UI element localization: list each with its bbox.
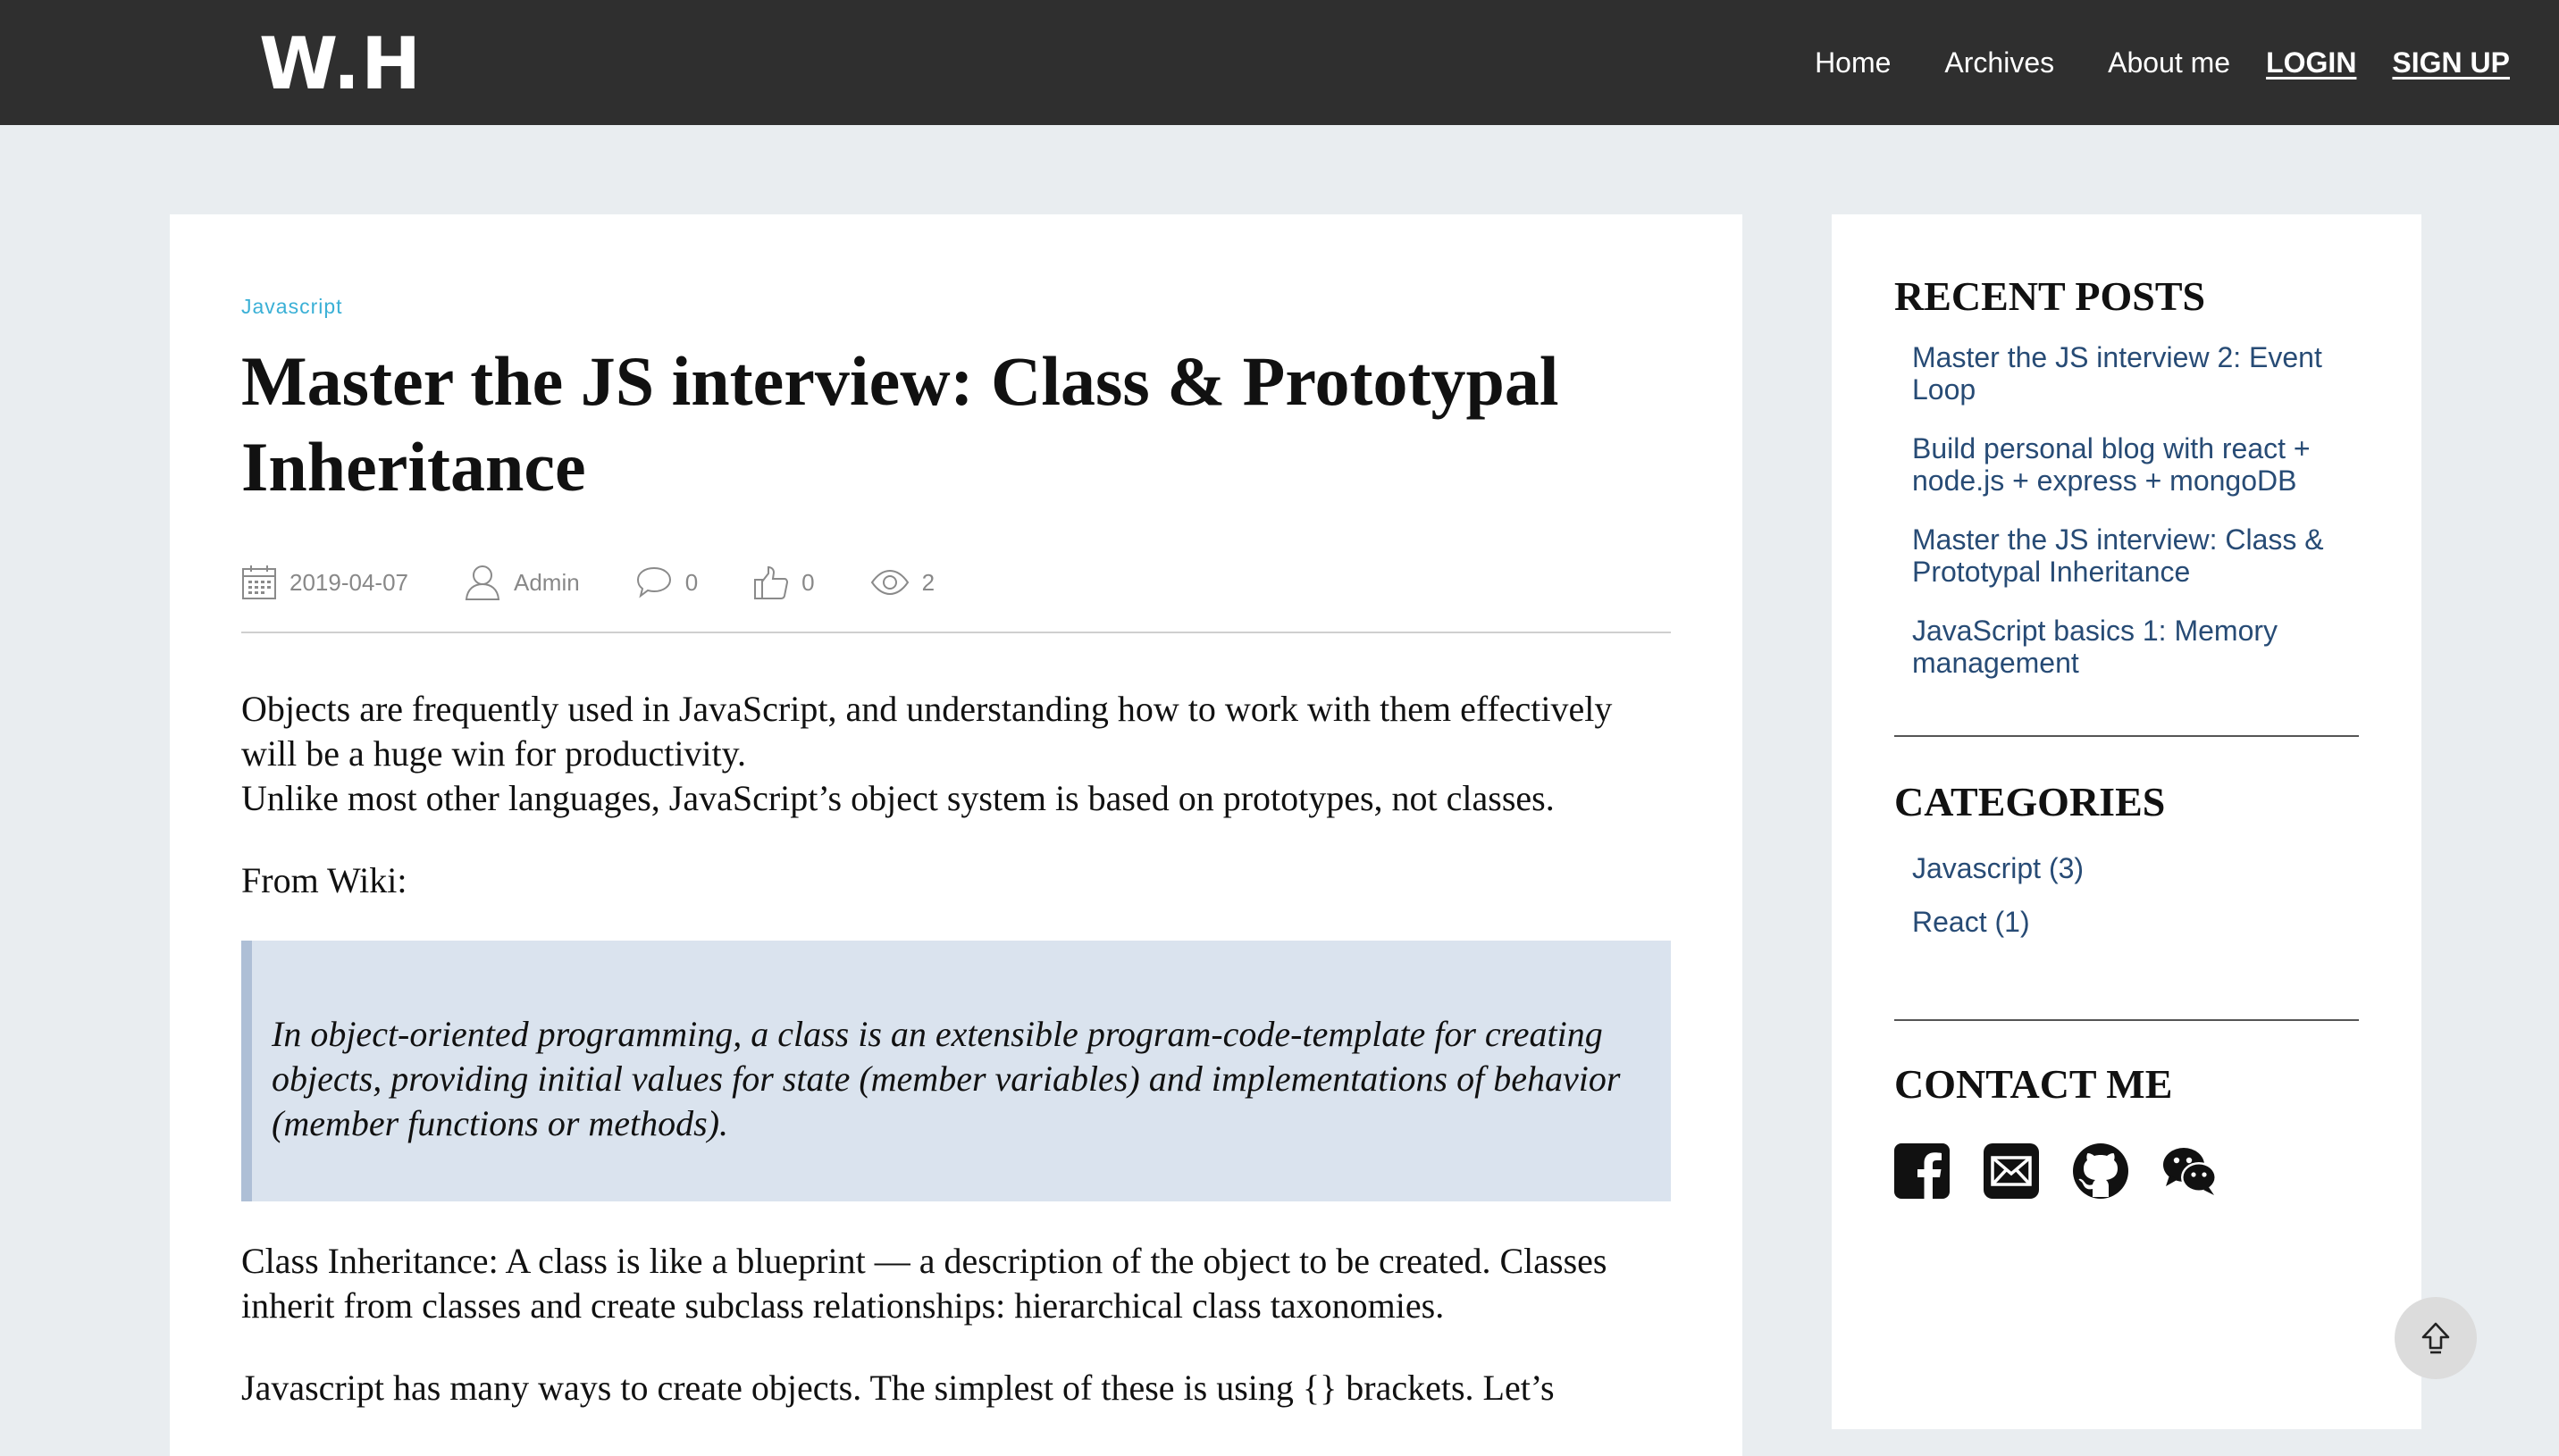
- user-icon: [465, 565, 500, 600]
- main-nav: Home Archives About me LOGIN SIGN UP: [1815, 0, 2510, 125]
- meta-comments: 0: [635, 565, 698, 599]
- recent-post-link[interactable]: Build personal blog with react + node.js…: [1912, 432, 2359, 497]
- sidebar: RECENT POSTS Master the JS interview 2: …: [1832, 214, 2421, 1429]
- from-wiki-paragraph: From Wiki:: [241, 860, 407, 900]
- contact-heading: CONTACT ME: [1894, 1061, 2173, 1107]
- post-author: Admin: [514, 568, 580, 596]
- list-item: Master the JS interview 2: Event Loop: [1912, 341, 2359, 406]
- mail-icon[interactable]: [1984, 1143, 2039, 1199]
- recent-posts-section: RECENT POSTS Master the JS interview 2: …: [1894, 272, 2359, 706]
- meta-likes: 0: [753, 565, 815, 600]
- site-logo[interactable]: W.H: [259, 20, 422, 109]
- category-link-react[interactable]: React (1): [1912, 906, 2359, 938]
- meta-views: 2: [870, 569, 935, 597]
- recent-post-link[interactable]: JavaScript basics 1: Memory management: [1912, 615, 2359, 679]
- comment-count: 0: [684, 568, 699, 596]
- categories-section: CATEGORIES Javascript (3) React (1): [1894, 777, 2359, 959]
- post-date: 2019-04-07: [289, 568, 408, 596]
- nav-about-link[interactable]: About me: [2108, 46, 2230, 79]
- intro-paragraph: Objects are frequently used in JavaScrip…: [241, 687, 1671, 821]
- facebook-icon[interactable]: [1894, 1143, 1950, 1199]
- categories-heading: CATEGORIES: [1894, 779, 2166, 824]
- calendar-icon: [242, 565, 276, 599]
- recent-post-link[interactable]: Master the JS interview 2: Event Loop: [1912, 341, 2359, 406]
- recent-post-link[interactable]: Master the JS interview: Class & Prototy…: [1912, 523, 2359, 588]
- intro-line-2: Unlike most other languages, JavaScript’…: [241, 778, 1555, 818]
- contact-section: CONTACT ME: [1894, 1059, 2359, 1199]
- meta-date: 2019-04-07: [241, 565, 408, 600]
- intro-line-1: Objects are frequently used in JavaScrip…: [241, 689, 1613, 774]
- list-item: Javascript (3): [1912, 852, 2359, 884]
- wiki-quote-text: In object-oriented programming, a class …: [272, 1014, 1621, 1143]
- comment-icon: [636, 566, 671, 598]
- recent-posts-heading: RECENT POSTS: [1894, 273, 2206, 319]
- sidebar-divider: [1894, 1019, 2359, 1021]
- thumbs-up-icon: [754, 565, 789, 599]
- create-objects-paragraph: Javascript has many ways to create objec…: [241, 1368, 1555, 1408]
- signup-link[interactable]: SIGN UP: [2392, 46, 2510, 79]
- list-item: Master the JS interview: Class & Prototy…: [1912, 523, 2359, 588]
- categories-list: Javascript (3) React (1): [1894, 852, 2359, 938]
- eye-icon: [870, 569, 909, 596]
- top-navbar: W.H Home Archives About me LOGIN SIGN UP: [0, 0, 2559, 125]
- back-to-top-button[interactable]: [2395, 1297, 2477, 1379]
- meta-divider: [241, 632, 1671, 633]
- meta-author: Admin: [464, 564, 580, 601]
- list-item: Build personal blog with react + node.js…: [1912, 432, 2359, 497]
- nav-archives-link[interactable]: Archives: [1944, 46, 2054, 79]
- like-count: 0: [801, 568, 815, 596]
- github-icon[interactable]: [2073, 1143, 2128, 1199]
- article-card: Javascript Master the JS interview: Clas…: [170, 214, 1742, 1456]
- login-link[interactable]: LOGIN: [2266, 46, 2356, 79]
- list-item: JavaScript basics 1: Memory management: [1912, 615, 2359, 679]
- view-count: 2: [921, 568, 936, 596]
- contact-icons: [1894, 1143, 2359, 1199]
- wiki-quote: In object-oriented programming, a class …: [241, 941, 1671, 1201]
- recent-posts-list: Master the JS interview 2: Event Loop Bu…: [1894, 341, 2359, 679]
- arrow-up-icon: [2421, 1322, 2450, 1354]
- post-title: Master the JS interview: Class & Prototy…: [241, 342, 1559, 506]
- article-body: Objects are frequently used in JavaScrip…: [241, 687, 1671, 1410]
- wechat-icon[interactable]: [2162, 1143, 2218, 1199]
- category-link-javascript[interactable]: Javascript (3): [1912, 852, 2359, 884]
- post-meta: 2019-04-07 Admin 0 0 2: [241, 560, 1671, 605]
- article-category-tag[interactable]: Javascript: [241, 295, 343, 319]
- class-inheritance-paragraph: Class Inheritance: A class is like a blu…: [241, 1241, 1607, 1326]
- sidebar-divider: [1894, 735, 2359, 737]
- article-content: Javascript Master the JS interview: Clas…: [241, 295, 1671, 1448]
- nav-home-link[interactable]: Home: [1815, 46, 1891, 79]
- list-item: React (1): [1912, 906, 2359, 938]
